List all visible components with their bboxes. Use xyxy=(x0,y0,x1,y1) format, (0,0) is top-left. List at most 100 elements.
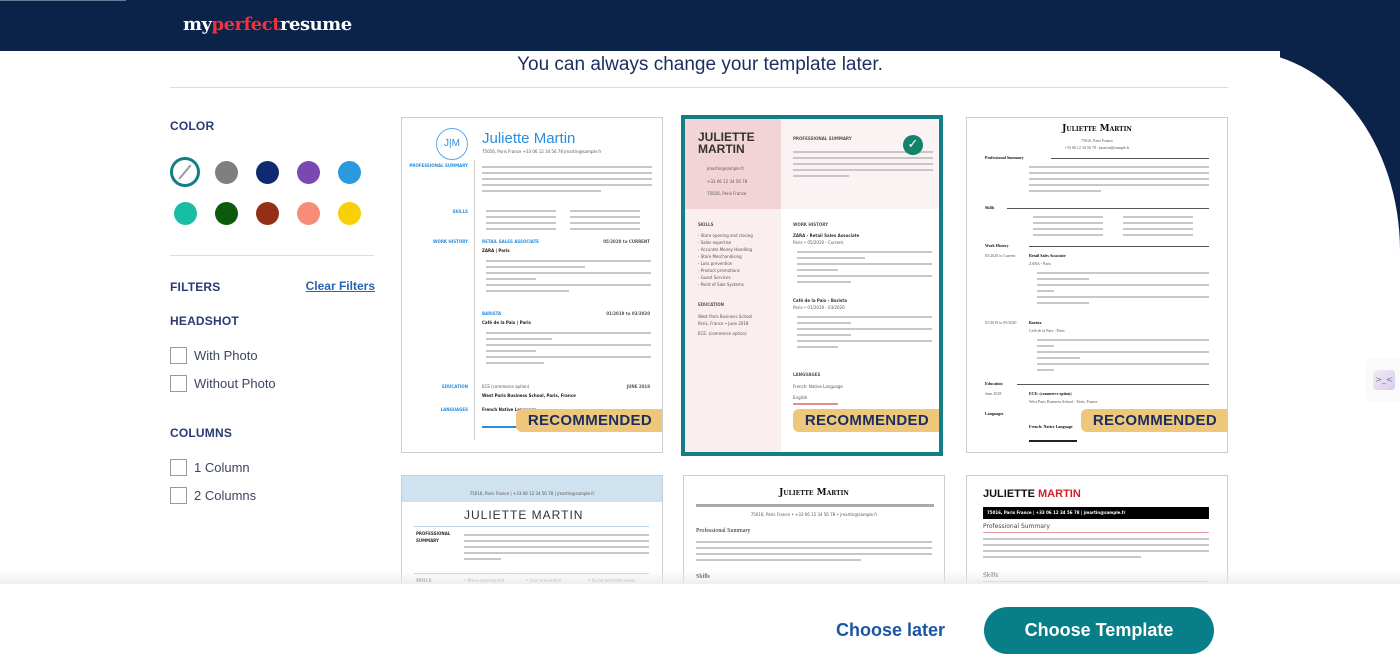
color-swatch-purple[interactable] xyxy=(296,160,320,184)
summary-lines xyxy=(464,530,649,564)
job-company: ZARA | Paris xyxy=(482,248,510,253)
skills-lines xyxy=(570,206,640,234)
job-company: ZARA - Paris xyxy=(1029,261,1051,266)
logo[interactable]: myperfectresume xyxy=(183,14,352,35)
section-title: Professional Summary xyxy=(983,523,1050,530)
summary-lines xyxy=(696,537,932,565)
page-subtitle: You can always change your template late… xyxy=(517,54,883,75)
columns-label: COLUMNS xyxy=(170,426,233,440)
section-label: LANGUAGES xyxy=(440,407,468,412)
color-swatch-teal[interactable] xyxy=(173,201,197,225)
side-widget[interactable]: >_< xyxy=(1367,360,1400,400)
language: French: Native Language xyxy=(1029,424,1073,429)
skill-item: - Point of Sale Systems xyxy=(698,282,744,287)
checkbox[interactable] xyxy=(170,347,187,364)
job-title: BARISTA xyxy=(482,311,502,316)
color-swatch-rust[interactable] xyxy=(255,201,279,225)
edu-degree: ECE (commerce option) xyxy=(482,384,530,389)
filters-label: FILTERS xyxy=(170,280,221,294)
template-card-3[interactable]: Juliette Martin 75016, Paris France +33 … xyxy=(966,117,1228,453)
lang-english: English xyxy=(793,395,808,400)
resume-name: JULIETTE MARTIN xyxy=(983,488,1081,500)
job-dates: 05/2020 to CURRENT xyxy=(603,239,650,244)
resume-contact: 75016, Paris France • +33 06 12 34 56 78… xyxy=(750,512,878,517)
section-label: PROFESSIONAL SUMMARY xyxy=(416,531,451,543)
skills-lines xyxy=(1123,212,1193,240)
one-column-checkbox[interactable]: 1 Column xyxy=(170,459,250,476)
job-title: ZARA - Retail Sales Associate xyxy=(793,233,860,238)
job-title: Retail Sales Associate xyxy=(1029,253,1066,258)
two-columns-checkbox[interactable]: 2 Columns xyxy=(170,487,256,504)
recommended-badge: RECOMMENDED xyxy=(1080,409,1227,432)
section-title: Skills xyxy=(985,205,995,210)
color-swatch-salmon[interactable] xyxy=(296,201,320,225)
job-lines xyxy=(486,328,651,368)
color-swatch-gray[interactable] xyxy=(214,160,238,184)
resume-contact: +33 06 12 34 56 78 - jmartin@sample.fr xyxy=(1064,145,1130,150)
section-label: PROFESSIONAL SUMMARY xyxy=(409,163,468,168)
edu-school: West Paris Business School - Paris, Fran… xyxy=(1029,399,1098,404)
skill-item: - Loss prevention xyxy=(698,261,733,266)
color-swatch-dark-green[interactable] xyxy=(214,201,238,225)
section-title: Professional Summary xyxy=(985,155,1024,160)
job-company: Café de la Paix - Paris xyxy=(1029,328,1065,333)
resume-contact: 75016, Paris France +33 06 12 34 56 78 j… xyxy=(482,149,602,154)
skill-item: - Product promotions xyxy=(698,268,740,273)
header-rule xyxy=(696,504,934,507)
color-swatch-light-blue[interactable] xyxy=(337,160,361,184)
resume-name: Juliette Martin xyxy=(1062,124,1132,134)
edu-meta: Paris, France • June 2018 xyxy=(698,321,749,326)
job-title: Barista xyxy=(1029,320,1042,325)
color-swatch-none[interactable] xyxy=(170,157,200,187)
job-dates: 05/2020 to Current xyxy=(985,253,1016,258)
edu-school: West Paris Business School, Paris, Franc… xyxy=(482,393,576,398)
color-swatch-navy[interactable] xyxy=(255,160,279,184)
recommended-badge: RECOMMENDED xyxy=(515,409,662,432)
recommended-badge: RECOMMENDED xyxy=(792,409,939,432)
topbar-tab-indicator xyxy=(0,0,126,1)
section-title: LANGUAGES xyxy=(793,372,821,377)
edu-degree: ECE: (commerce option) xyxy=(698,331,747,336)
section-rule xyxy=(1007,208,1209,209)
job-title: RETAIL SALES ASSOCIATE xyxy=(482,239,540,244)
code-icon: >_< xyxy=(1373,370,1395,390)
section-title: Professional Summary xyxy=(696,528,751,534)
skill-item: - Store opening and closing xyxy=(698,233,753,238)
section-title: EDUCATION xyxy=(698,302,724,307)
section-title: SKILLS xyxy=(698,222,714,227)
clear-filters-link[interactable]: Clear Filters xyxy=(306,279,375,293)
section-rule xyxy=(1029,246,1209,247)
template-card-2[interactable]: JULIETTE MARTIN jmartin@sample.fr +33 06 … xyxy=(681,115,943,456)
resume-email: jmartin@sample.fr xyxy=(707,166,745,171)
template-card-1[interactable]: J|M Juliette Martin 75016, Paris France … xyxy=(401,117,663,453)
top-bar: myperfectresume xyxy=(0,0,1400,51)
checkbox[interactable] xyxy=(170,487,187,504)
without-photo-checkbox[interactable]: Without Photo xyxy=(170,375,276,392)
monogram: J|M xyxy=(436,128,468,160)
skill-item: - Accurate Money Handling xyxy=(698,247,753,252)
section-rule xyxy=(983,532,1209,533)
job-lines xyxy=(797,247,932,287)
job-company: Café de la Paix | Paris xyxy=(482,320,531,325)
resume-name: Juliette Martin xyxy=(482,130,576,147)
section-title: Languages xyxy=(985,411,1004,416)
color-label: COLOR xyxy=(170,119,215,133)
resume-name: JULIETTE MARTIN xyxy=(464,508,584,522)
with-photo-checkbox[interactable]: With Photo xyxy=(170,347,258,364)
job-meta: Paris • 05/2020 - Current xyxy=(793,240,844,245)
checkbox[interactable] xyxy=(170,375,187,392)
choose-template-button[interactable]: Choose Template xyxy=(984,607,1214,654)
section-rule xyxy=(1017,384,1209,385)
section-label: SKILLS xyxy=(452,209,468,214)
edu-date: June 2018 xyxy=(985,391,1002,396)
section-label: WORK HISTORY xyxy=(433,239,468,244)
skill-item: - Sales expertise xyxy=(698,240,732,245)
section-title: PROFESSIONAL SUMMARY xyxy=(793,136,852,141)
choose-later-button[interactable]: Choose later xyxy=(836,620,945,641)
job-lines xyxy=(1037,335,1209,375)
section-title: Work History xyxy=(985,243,1009,248)
section-title: WORK HISTORY xyxy=(793,222,828,227)
color-swatch-yellow[interactable] xyxy=(337,201,361,225)
checkbox[interactable] xyxy=(170,459,187,476)
job-dates: 01/2019 to 05/2020 xyxy=(985,320,1017,325)
